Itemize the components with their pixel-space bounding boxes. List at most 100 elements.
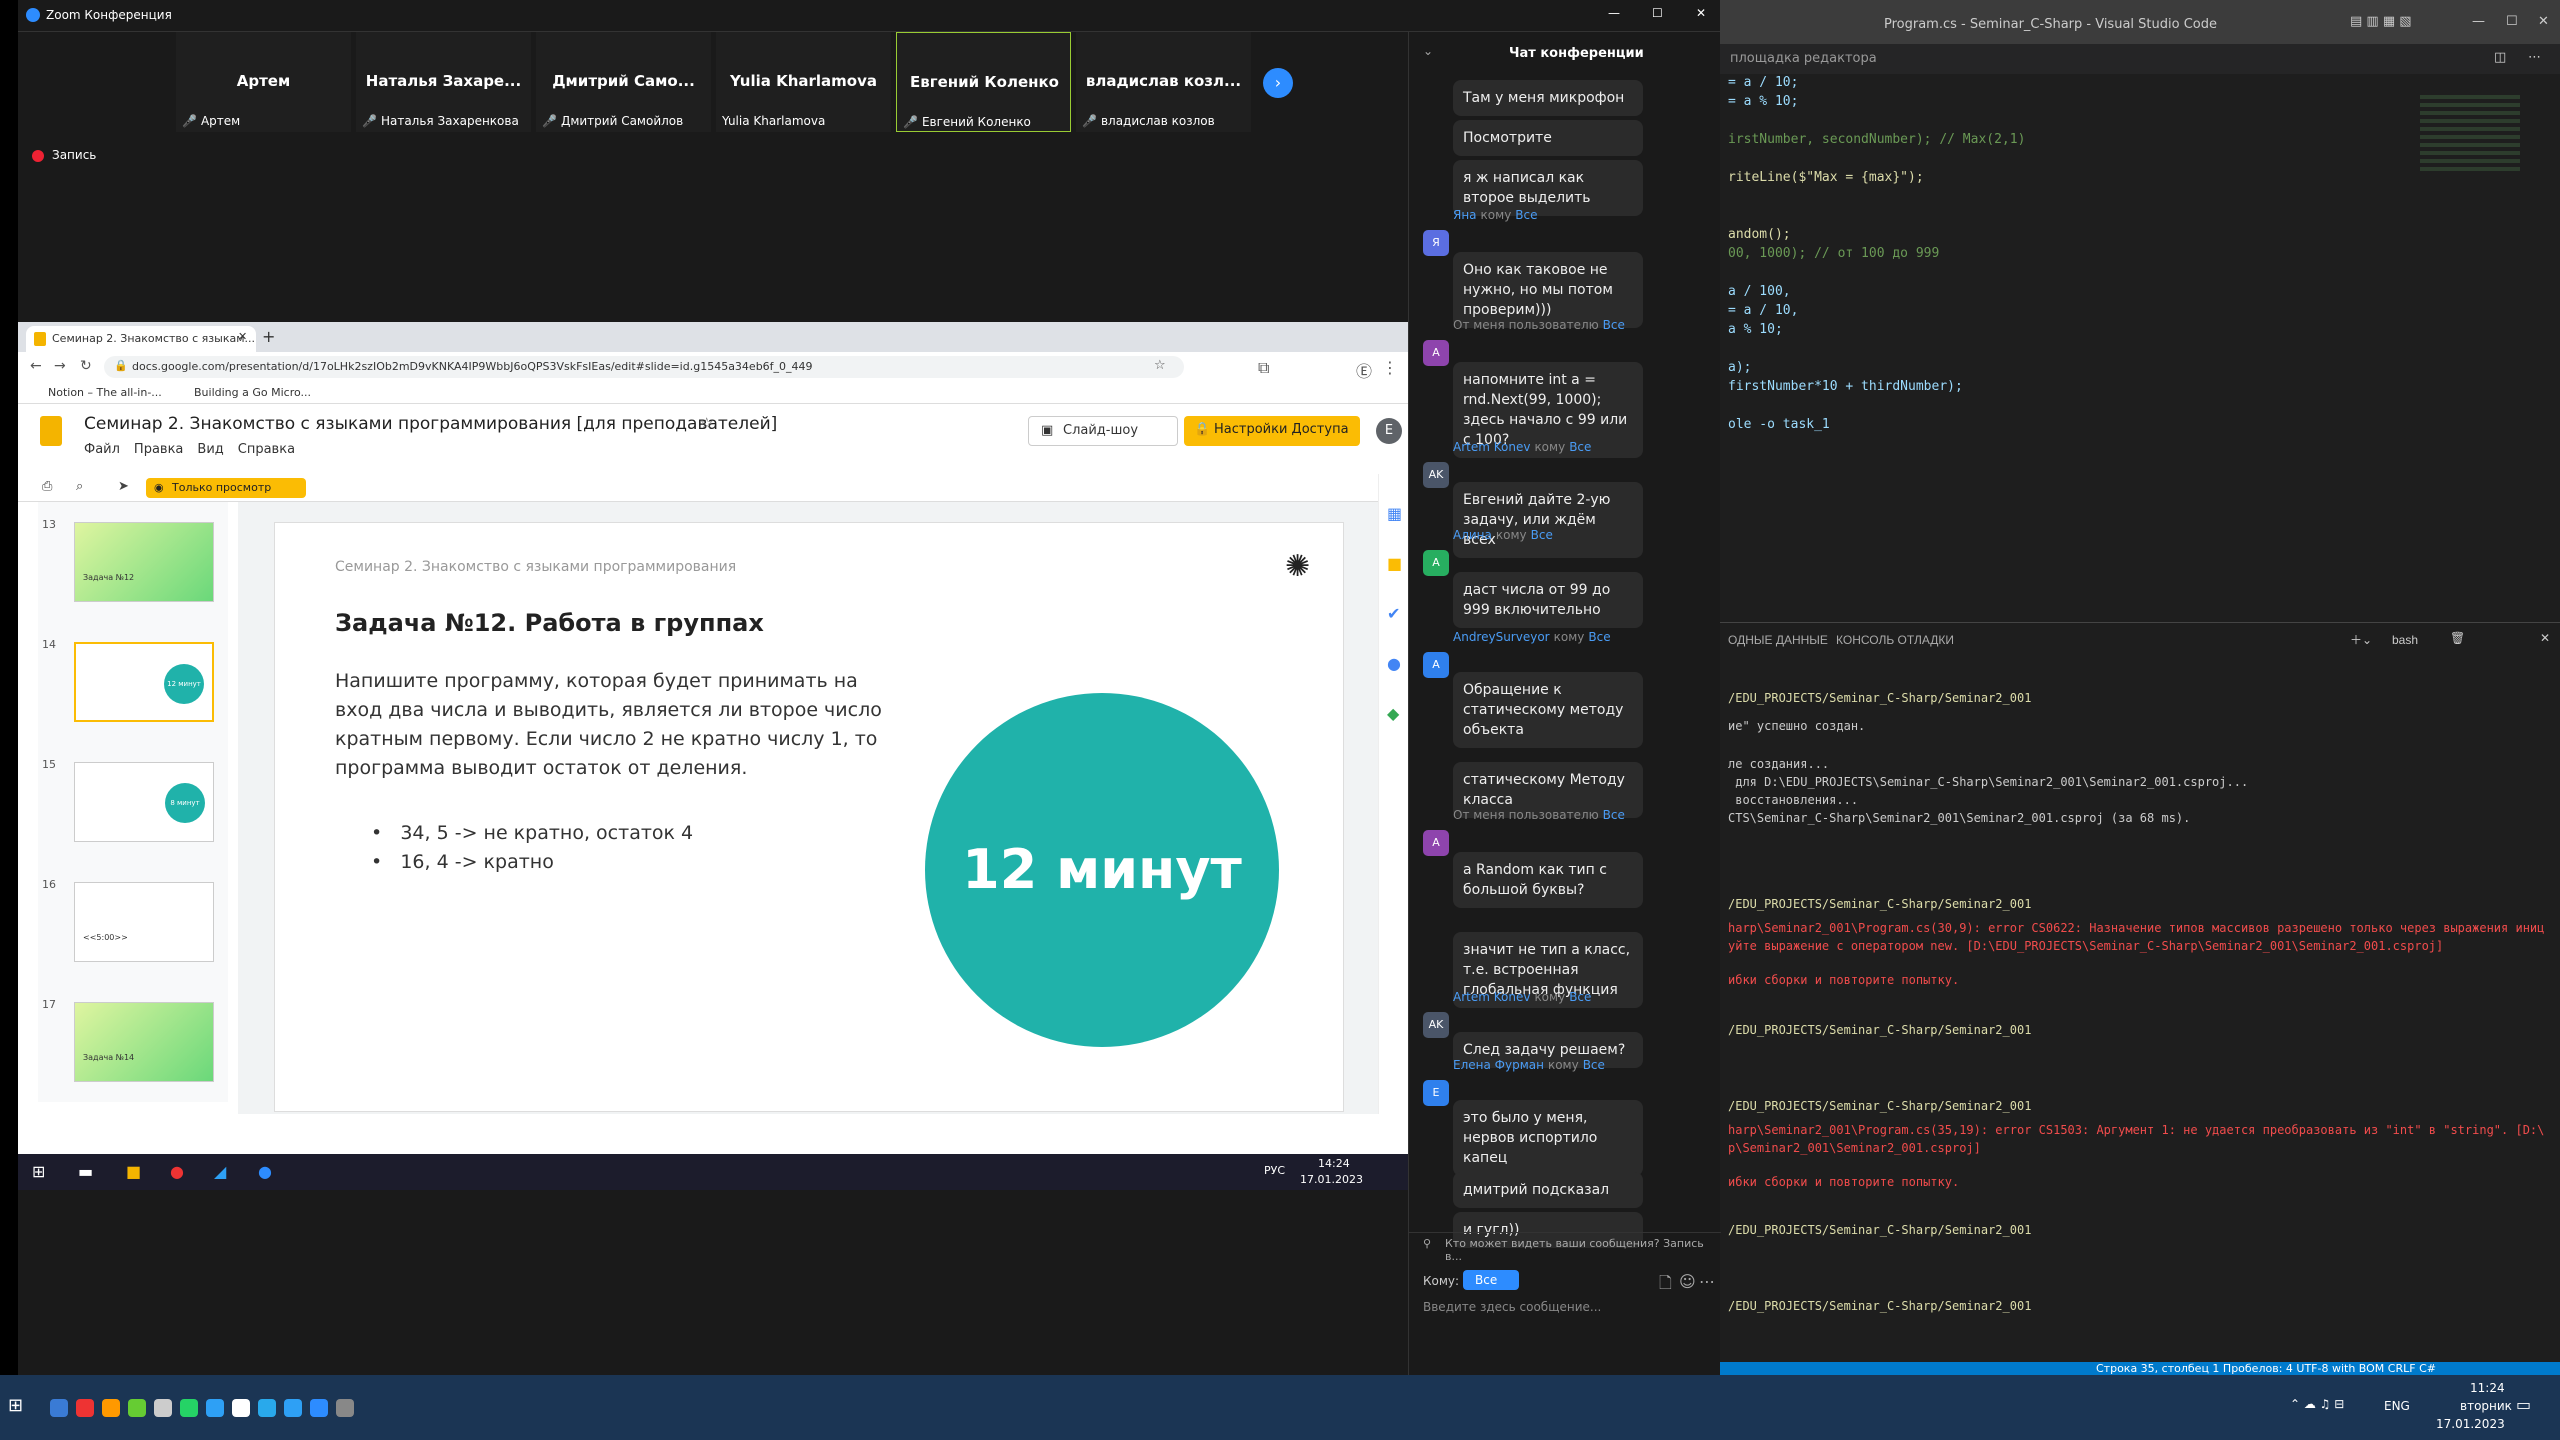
chat-messages[interactable]: Там у меня микрофон Посмотрите я ж написал… (1409, 72, 1721, 1252)
chat-message[interactable]: Евгений дайте 2-ую задачу, или ждём всех (1453, 482, 1643, 558)
calendar-icon[interactable]: ▦ (1387, 504, 1402, 523)
participant-tile[interactable]: Дмитрий Само... 🎤 Дмитрий Самойлов (536, 32, 711, 132)
recipient-select[interactable]: Все (1463, 1270, 1520, 1290)
participant-tile[interactable]: Евгений Коленко 🎤 Евгений Коленко (896, 32, 1071, 132)
sender-name[interactable]: Яна (1453, 208, 1477, 222)
menu-item[interactable]: Файл (84, 442, 120, 457)
taskbar-app-icon[interactable] (154, 1399, 172, 1417)
clock-day[interactable]: вторник (2460, 1399, 2512, 1413)
chat-message[interactable]: даст числа от 99 до 999 включительно (1453, 572, 1643, 628)
sender-name[interactable]: AndreySurveyor (1453, 630, 1550, 644)
chat-message[interactable]: дмитрий подсказал (1453, 1172, 1643, 1208)
zoom-icon[interactable]: ⌕ (76, 479, 83, 494)
taskbar-app-icon[interactable] (50, 1399, 68, 1417)
chat-visibility-hint[interactable]: Кто может видеть ваши сообщения? Запись … (1445, 1237, 1720, 1263)
slide-thumbnail[interactable]: 8 минут (74, 762, 214, 842)
chat-message[interactable]: Посмотрите (1453, 120, 1643, 156)
tasks-icon[interactable]: ✔ (1387, 604, 1400, 623)
taskbar-app-icon[interactable] (258, 1399, 276, 1417)
sender-name[interactable]: От меня пользователю (1453, 318, 1599, 332)
taskbar-app-icon[interactable] (102, 1399, 120, 1417)
taskbar-app-icon[interactable] (76, 1399, 94, 1417)
participant-tile[interactable]: владислав козл... 🎤 владислав козлов (1076, 32, 1251, 132)
menu-item[interactable]: Справка (238, 442, 295, 457)
sender-target[interactable]: Все (1583, 1058, 1605, 1072)
chevron-down-icon[interactable]: ⌄ (1423, 44, 1433, 58)
bookmark-notion[interactable]: Notion – The all-in-... (48, 386, 162, 399)
chat-message[interactable]: Обращение к статическому методу объекта (1453, 672, 1643, 748)
slide-thumbnail[interactable]: Задача №14 (74, 1002, 214, 1082)
forward-icon[interactable]: → (54, 358, 66, 374)
input-lang[interactable]: ENG (2384, 1399, 2410, 1413)
participant-tile[interactable]: Yulia Kharlamova Yulia Kharlamova (716, 32, 891, 132)
cursor-icon[interactable]: ➤ (118, 479, 129, 494)
minimize-icon[interactable]: — (1608, 6, 1620, 20)
filmstrip[interactable]: 13 Задача №12 14 12 минут 15 8 минут 16 <<5:00>… (38, 502, 228, 1102)
extensions-icon[interactable]: ⧉ (1258, 358, 1269, 378)
sender-name[interactable]: Artem Konev (1453, 440, 1530, 454)
keep-icon[interactable]: ■ (1387, 554, 1402, 573)
sender-name[interactable]: Алина (1453, 528, 1492, 542)
new-tab-icon[interactable]: + (262, 327, 275, 346)
chrome-tab[interactable]: Семинар 2. Знакомство с языкам... ✕ (26, 326, 256, 352)
chat-message[interactable]: это было у меня, нервов испортило капец (1453, 1100, 1643, 1176)
taskbar-app-icon[interactable] (310, 1399, 328, 1417)
sender-target[interactable]: Все (1588, 630, 1610, 644)
maximize-icon[interactable]: ☐ (2506, 14, 2518, 29)
contacts-icon[interactable]: ● (1387, 654, 1401, 673)
menu-item[interactable]: Правка (134, 442, 183, 457)
close-icon[interactable]: ✕ (1696, 6, 1706, 20)
sender-name[interactable]: От меня пользователю (1453, 808, 1599, 822)
star-icon[interactable]: ☆ (700, 414, 713, 432)
taskbar-app-icon[interactable] (284, 1399, 302, 1417)
sender-name[interactable]: Artem Konev (1453, 990, 1530, 1004)
slide-thumbnail[interactable]: 12 минут (74, 642, 214, 722)
windows-start-icon[interactable]: ⊞ (8, 1395, 23, 1416)
participant-tile[interactable]: Наталья Захаре... 🎤 Наталья Захаренкова (356, 32, 531, 132)
emoji-icon[interactable]: ☺ (1679, 1272, 1696, 1291)
taskbar-app-icon[interactable] (336, 1399, 354, 1417)
minimap[interactable] (2420, 95, 2520, 175)
split-editor-icon[interactable]: ◫ (2494, 50, 2506, 65)
slideshow-button[interactable]: ▣ Слайд-шоу (1028, 416, 1178, 446)
clock-time[interactable]: 11:24 (2470, 1381, 2505, 1395)
print-icon[interactable]: ⎙ (42, 479, 52, 494)
taskbar-app-icon[interactable] (180, 1399, 198, 1417)
slide-thumbnail[interactable]: Задача №12 (74, 522, 214, 602)
clock-date[interactable]: 17.01.2023 (2436, 1417, 2505, 1431)
notifications-icon[interactable]: ▭ (2516, 1395, 2531, 1414)
sender-target[interactable]: Все (1515, 208, 1537, 222)
address-bar[interactable]: 🔒 docs.google.com/presentation/d/17oLHk2… (104, 356, 1184, 378)
sender-name[interactable]: Елена Фурман (1453, 1058, 1544, 1072)
maximize-icon[interactable]: ☐ (1652, 6, 1663, 20)
close-icon[interactable]: ✕ (2538, 14, 2549, 29)
taskbar-app-icon[interactable] (232, 1399, 250, 1417)
message-input[interactable]: Введите здесь сообщение... (1423, 1300, 1601, 1314)
sender-target[interactable]: Все (1603, 318, 1625, 332)
profile-icon[interactable]: Ⓔ (1356, 358, 1372, 382)
slide[interactable]: Семинар 2. Знакомство с языками программ… (274, 522, 1344, 1112)
chat-message[interactable]: Там у меня микрофон (1453, 80, 1643, 116)
bookmark-go[interactable]: Building a Go Micro... (194, 386, 311, 399)
menu-icon[interactable]: ⋮ (1382, 358, 1398, 377)
avatar[interactable]: E (1376, 418, 1402, 444)
chat-message[interactable]: а Random как тип с большой буквы? (1453, 852, 1643, 908)
back-icon[interactable]: ← (30, 358, 42, 374)
chat-message[interactable]: Оно как таковое не нужно, но мы потом пр… (1453, 252, 1643, 328)
sender-target[interactable]: Все (1531, 528, 1553, 542)
terminal-panel[interactable]: ОДНЫЕ ДАННЫЕ КОНСОЛЬ ОТЛАДКИ ＋⌄ bash 🗑 ✕… (1720, 622, 2560, 1375)
participant-tile[interactable]: Артем 🎤 Артем (176, 32, 351, 132)
more-icon[interactable]: ⋯ (1699, 1272, 1715, 1291)
share-button[interactable]: 🔒 Настройки Доступа (1184, 416, 1360, 446)
slide-thumbnail[interactable]: <<5:00>> (74, 882, 214, 962)
next-participants-icon[interactable]: › (1263, 68, 1293, 98)
sender-target[interactable]: Все (1569, 990, 1591, 1004)
layout-icon[interactable]: ▤ ▥ ▦ ▧ (2350, 14, 2412, 29)
more-icon[interactable]: ⋯ (2528, 50, 2541, 65)
maps-icon[interactable]: ◆ (1387, 704, 1399, 723)
doc-title[interactable]: Семинар 2. Знакомство с языками программ… (84, 414, 777, 434)
minimize-icon[interactable]: — (2472, 14, 2485, 29)
file-icon[interactable]: 🗋 (1659, 1272, 1672, 1299)
close-tab-icon[interactable]: ✕ (238, 330, 247, 343)
view-only-button[interactable]: ◉ Только просмотр (146, 478, 306, 498)
